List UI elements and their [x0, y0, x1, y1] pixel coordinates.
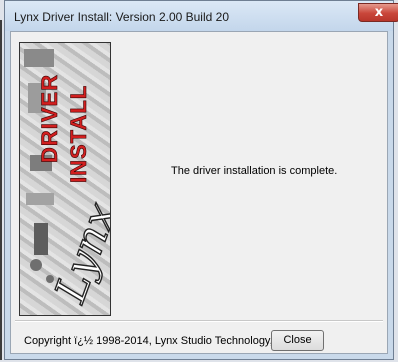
installer-window: Lynx Driver Install: Version 2.00 Build …	[4, 0, 398, 360]
banner-driver-text: DRIVER	[37, 74, 62, 163]
chip-shape	[26, 193, 54, 205]
port-shape	[34, 223, 48, 255]
right-window-edge	[394, 0, 398, 362]
dialog-body: DRIVER INSTALL Lynx The driver installat…	[10, 31, 388, 354]
banner-art: DRIVER INSTALL Lynx	[24, 49, 110, 310]
close-icon: x	[374, 5, 384, 20]
close-button[interactable]: Close	[271, 330, 324, 351]
chip-shape	[24, 49, 54, 67]
banner-install-text: INSTALL	[66, 85, 91, 183]
window-close-button[interactable]: x	[358, 3, 398, 22]
footer-divider	[15, 320, 383, 322]
completion-message: The driver installation is complete.	[171, 165, 338, 177]
connector-shape	[30, 259, 42, 271]
lynx-logo: Lynx	[45, 196, 110, 309]
driver-install-banner: DRIVER INSTALL Lynx	[19, 42, 111, 316]
title-bar[interactable]: Lynx Driver Install: Version 2.00 Build …	[5, 1, 393, 31]
copyright-text: Copyright ï¿½ 1998-2014, Lynx Studio Tec…	[24, 335, 273, 347]
window-title: Lynx Driver Install: Version 2.00 Build …	[14, 10, 229, 24]
